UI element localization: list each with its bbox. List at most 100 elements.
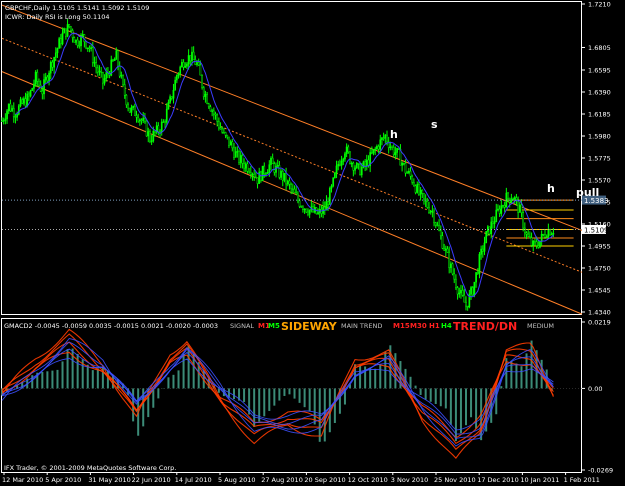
hist-bar-276 xyxy=(465,388,467,426)
candle-body-161 xyxy=(271,157,274,164)
hist-bar-252 xyxy=(424,388,427,400)
candle-body-81 xyxy=(137,116,140,122)
candle-body-162 xyxy=(273,163,276,173)
candle-body-201 xyxy=(339,164,341,166)
candle-body-51 xyxy=(86,47,89,49)
candle-body-67 xyxy=(113,59,116,61)
candle-body-160 xyxy=(270,157,272,165)
candle-body-242 xyxy=(407,170,410,173)
candle-body-7 xyxy=(12,108,15,117)
candle-body-224 xyxy=(377,146,380,150)
hist-bar-105 xyxy=(177,370,180,389)
hist-bar-219 xyxy=(369,367,372,389)
candle-body-173 xyxy=(291,188,294,190)
candle-body-232 xyxy=(391,146,393,148)
candle-body-175 xyxy=(295,192,298,195)
candle-body-145 xyxy=(244,163,247,169)
candle-body-292 xyxy=(492,221,494,225)
hist-bar-186 xyxy=(313,388,316,425)
hist-bar-183 xyxy=(308,388,311,412)
medium-label: MEDIUM xyxy=(527,322,554,330)
candle-body-93 xyxy=(157,125,160,132)
candle-body-261 xyxy=(439,230,442,237)
macd-title: GMACD2 -0.0045 -0.0059 0.0035 -0.0015 0.… xyxy=(4,322,218,330)
candle-body-280 xyxy=(471,287,474,296)
candle-body-313 xyxy=(527,233,530,237)
price-tick-label-1: 1.6805 xyxy=(588,44,611,52)
time-tick-label-1: 5 Apr 2010 xyxy=(45,476,81,484)
candle-body-244 xyxy=(411,175,414,183)
candle-body-166 xyxy=(280,171,282,178)
candle-body-17 xyxy=(29,90,32,97)
candle-body-114 xyxy=(192,51,195,60)
annotation-right-shoulder: h xyxy=(547,182,555,195)
candle-body-38 xyxy=(65,28,67,37)
candle-body-120 xyxy=(202,87,205,97)
annotation-pull: pull xyxy=(576,186,599,199)
candle-body-14 xyxy=(24,98,27,107)
candle-body-75 xyxy=(127,104,129,109)
candle-body-316 xyxy=(532,241,535,246)
hist-bar-159 xyxy=(268,388,271,411)
candle-body-37 xyxy=(63,28,66,34)
candle-body-72 xyxy=(122,75,124,85)
candle-body-314 xyxy=(529,236,531,238)
candle-body-188 xyxy=(317,212,319,215)
candle-body-88 xyxy=(149,131,151,142)
hist-bar-309 xyxy=(520,366,523,389)
candle-body-272 xyxy=(458,292,461,295)
hist-bar-156 xyxy=(263,388,266,417)
candle-body-284 xyxy=(478,254,481,274)
price-tick-label-0: 1.7210 xyxy=(588,1,611,9)
candle-body-288 xyxy=(485,231,488,244)
candle-body-151 xyxy=(255,176,257,178)
candle-body-318 xyxy=(535,241,538,246)
candle-body-33 xyxy=(56,48,59,54)
candle-body-312 xyxy=(525,232,528,235)
candle-body-233 xyxy=(392,147,395,155)
candle-body-308 xyxy=(518,204,521,213)
candle-body-104 xyxy=(175,75,178,81)
candle-body-327 xyxy=(550,233,553,236)
candle-body-296 xyxy=(498,208,501,214)
candle-body-112 xyxy=(189,55,192,62)
candle-body-291 xyxy=(490,221,493,235)
candle-body-129 xyxy=(218,121,220,129)
candle-body-283 xyxy=(476,272,479,274)
candle-body-165 xyxy=(278,165,281,178)
candle-body-143 xyxy=(241,155,244,164)
candle-body-198 xyxy=(334,172,336,179)
candle-body-177 xyxy=(298,200,301,207)
time-tick-label-0: 12 Mar 2010 xyxy=(2,476,43,484)
time-tick-label-3: 22 Jun 2010 xyxy=(132,476,171,484)
candle-body-320 xyxy=(539,241,541,248)
candle-body-159 xyxy=(268,164,271,173)
candle-body-179 xyxy=(302,206,304,210)
candle-body-126 xyxy=(212,110,215,115)
candle-body-86 xyxy=(145,120,148,137)
candle-body-137 xyxy=(231,141,234,149)
candle-body-36 xyxy=(61,32,64,45)
hist-bar-102 xyxy=(172,374,175,389)
candle-body-223 xyxy=(376,146,378,150)
candle-body-118 xyxy=(199,64,202,76)
current-price-text: 1.5109 xyxy=(584,226,609,234)
trend-m30: M30 xyxy=(410,322,427,330)
candle-body-221 xyxy=(372,149,375,154)
candle-body-199 xyxy=(335,165,338,174)
candle-body-127 xyxy=(214,113,217,116)
hist-bar-138 xyxy=(233,388,235,400)
candle-body-163 xyxy=(275,165,277,173)
candle-body-268 xyxy=(451,263,454,275)
candle-body-53 xyxy=(90,47,92,50)
candle-body-277 xyxy=(466,305,469,308)
candle-body-275 xyxy=(463,294,466,303)
candle-body-41 xyxy=(70,26,72,31)
candle-body-228 xyxy=(384,134,387,139)
candle-body-117 xyxy=(197,62,200,66)
candle-body-290 xyxy=(488,226,491,235)
candle-body-43 xyxy=(73,37,76,43)
candle-body-322 xyxy=(542,234,545,236)
candle-body-16 xyxy=(28,93,30,97)
candle-body-73 xyxy=(123,84,126,96)
